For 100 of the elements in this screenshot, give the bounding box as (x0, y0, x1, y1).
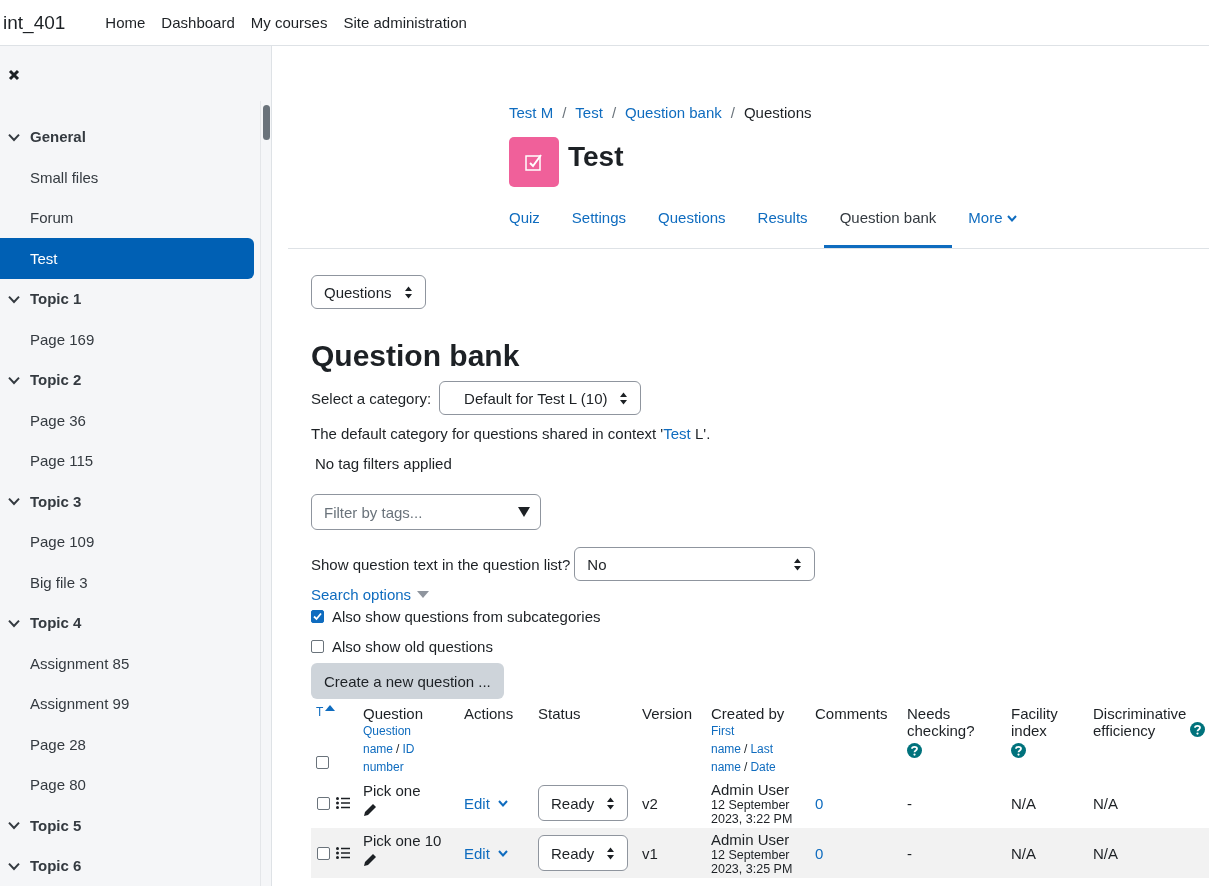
table-cell: N/A (1093, 844, 1118, 862)
status-text: No tag filters applied (315, 455, 453, 472)
list-icon[interactable] (336, 847, 350, 859)
section-title[interactable]: Topic 3 (30, 492, 82, 510)
section-title[interactable]: Topic 6 (30, 857, 82, 875)
nav-tab[interactable]: Results (741, 187, 824, 248)
status-dropdown[interactable]: Ready (538, 785, 629, 821)
section-title[interactable]: Topic 1 (30, 290, 82, 308)
question-text-dropdown[interactable]: No (574, 547, 816, 581)
nav-tab[interactable]: Quiz (493, 187, 556, 248)
list-icon[interactable] (336, 797, 350, 809)
breadcrumb-separator: / (562, 103, 567, 121)
section-heading: Question bank (311, 339, 521, 373)
drawer-item[interactable]: Page 169 (0, 319, 254, 360)
edit-menu-link[interactable]: Edit (464, 794, 508, 812)
nav-link[interactable]: Dashboard (153, 14, 243, 31)
breadcrumb-link[interactable]: Question bank (625, 103, 722, 121)
drawer-item[interactable]: Page 109 (0, 521, 254, 562)
column-header: Needs checking? (907, 705, 976, 739)
breadcrumb-separator: / (730, 103, 735, 121)
creator-name: Admin User (711, 780, 790, 798)
pencil-icon[interactable] (363, 853, 377, 867)
breadcrumb-separator: / (611, 103, 617, 121)
dropdown-triangle-icon (518, 507, 530, 517)
page-title: Test (568, 141, 624, 173)
drawer-item[interactable]: Forum (0, 197, 254, 238)
chevron-icon[interactable] (8, 819, 20, 832)
created-date: 12 September 2023, 3:25 PM (711, 847, 794, 876)
column-header: Status (538, 705, 581, 722)
section-title[interactable]: Topic 2 (30, 371, 82, 389)
sort-links[interactable]: First name / Last name / Date (711, 722, 799, 776)
table-cell: - (907, 794, 912, 812)
nav-link[interactable]: Site administration (335, 14, 475, 31)
select-all-checkbox[interactable] (316, 756, 329, 769)
row-checkbox[interactable] (317, 846, 330, 860)
column-header: Facility index (1011, 705, 1059, 739)
column-header: Actions (464, 705, 514, 722)
nav-tab[interactable]: Settings (555, 187, 643, 248)
drawer-item[interactable]: Page 80 (0, 764, 254, 805)
nav-tab[interactable]: More (952, 187, 1033, 248)
drawer-item[interactable]: Page 36 (0, 400, 254, 441)
column-header: Question (363, 705, 424, 722)
chevron-down-icon (497, 798, 508, 808)
drawer-item[interactable]: Assignment 99 (0, 683, 254, 724)
checkbox-icon (525, 153, 543, 171)
context-link[interactable]: Test (663, 425, 691, 442)
created-date: 12 September 2023, 3:22 PM (711, 797, 794, 826)
nav-link[interactable]: My courses (242, 14, 336, 31)
drawer-item[interactable]: Page 115 (0, 440, 254, 481)
category-dropdown[interactable]: Default for Test L (10) (439, 381, 642, 415)
drawer-item[interactable]: Test (0, 238, 254, 279)
column-header: Discriminative efficiency (1093, 705, 1187, 739)
comments-count-link[interactable]: 0 (815, 844, 824, 862)
create-question-button[interactable]: Create a new question ... (311, 663, 504, 699)
comments-count-link[interactable]: 0 (815, 794, 824, 812)
field-label: Select a category: (311, 389, 432, 407)
sort-caret-icon (619, 390, 629, 406)
checkbox-label: Also show questions from subcategories (332, 607, 601, 625)
drawer-item[interactable]: Assignment 85 (0, 643, 254, 684)
close-icon[interactable] (8, 69, 20, 81)
table-cell: N/A (1093, 794, 1118, 812)
drawer-item[interactable]: Small files (0, 157, 254, 198)
check-icon (313, 611, 322, 621)
checkbox[interactable] (311, 639, 324, 653)
page-dropdown[interactable]: Questions (311, 275, 426, 309)
field-label: Show question text in the question list? (311, 555, 571, 573)
column-header: Created by (711, 705, 785, 722)
table-cell: - (907, 844, 912, 862)
chevron-down-icon (497, 848, 508, 858)
section-title[interactable]: Topic 5 (30, 816, 82, 834)
pencil-icon[interactable] (363, 803, 377, 817)
drawer-item[interactable]: Page 28 (0, 724, 254, 765)
table-cell: N/A (1011, 844, 1036, 862)
column-header: Comments (815, 705, 888, 722)
sort-link[interactable]: T (316, 705, 324, 719)
status-dropdown[interactable]: Ready (538, 835, 629, 871)
section-title[interactable]: General (30, 128, 86, 146)
drawer-item[interactable]: Big file 3 (0, 562, 254, 603)
row-checkbox[interactable] (317, 796, 330, 810)
search-options-link[interactable]: Search options (311, 586, 412, 603)
scrollbar-thumb[interactable] (263, 105, 270, 140)
breadcrumb-link[interactable]: Test (575, 103, 603, 121)
breadcrumb-current: Questions (743, 103, 812, 121)
creator-name: Admin User (711, 830, 790, 848)
checkbox[interactable] (311, 609, 324, 623)
sort-links[interactable]: Question name / ID number (363, 722, 431, 776)
sort-caret-icon (403, 284, 413, 300)
nav-link[interactable]: Home (97, 14, 154, 31)
chevron-icon[interactable] (8, 495, 20, 508)
info-text: The default category for questions shared in context 'Test L'. (311, 425, 712, 442)
nav-tab[interactable]: Question bank (823, 187, 953, 248)
tag-filter-field[interactable]: Filter by tags... (311, 494, 541, 530)
section-title[interactable]: Topic 4 (30, 614, 82, 632)
nav-tab[interactable]: Questions (642, 187, 742, 248)
question-name: Pick one (363, 782, 421, 799)
sort-caret-icon (793, 556, 803, 572)
question-name: Pick one 10 (363, 832, 442, 849)
checkbox-label: Also show old questions (332, 637, 493, 655)
site-name[interactable]: int_401 (3, 11, 66, 34)
breadcrumb-link[interactable]: Test M (509, 103, 554, 121)
